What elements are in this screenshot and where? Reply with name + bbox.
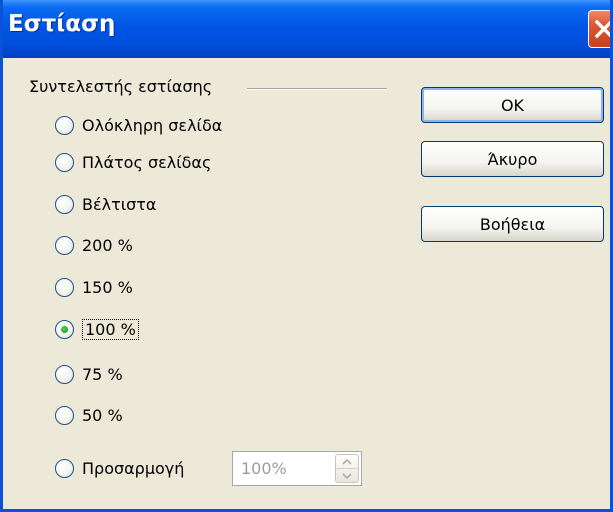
radio-circle[interactable] [55, 194, 74, 214]
radio-circle[interactable] [55, 152, 74, 172]
zoom-dialog: Εστίαση Συντελεστής εστίασης Ολόκληρη σε… [0, 0, 613, 512]
window-title: Εστίαση [8, 11, 116, 37]
chevron-down-icon [342, 472, 352, 479]
radio-custom[interactable]: Προσαρμογή [55, 455, 184, 481]
radio-label: 150 % [82, 277, 133, 297]
ok-button[interactable]: OK [421, 87, 604, 123]
radio-50[interactable]: 50 % [55, 402, 123, 428]
radio-label: Βέλτιστα [82, 194, 157, 214]
spin-buttons[interactable] [335, 454, 359, 483]
radio-label: Πλάτος σελίδας [82, 152, 212, 172]
radio-circle[interactable] [55, 364, 74, 384]
radio-200[interactable]: 200 % [55, 232, 133, 258]
radio-label: 200 % [82, 235, 133, 255]
radio-label: 50 % [82, 405, 123, 425]
title-bar[interactable]: Εστίαση [3, 0, 610, 58]
radio-optimal[interactable]: Βέλτιστα [55, 191, 156, 217]
radio-circle[interactable] [55, 235, 74, 255]
spin-down-button[interactable] [336, 469, 358, 482]
close-icon [594, 19, 610, 39]
radio-label: 75 % [82, 364, 123, 384]
radio-circle[interactable] [55, 277, 74, 297]
radio-circle-selected[interactable] [55, 319, 74, 339]
radio-circle[interactable] [55, 458, 74, 478]
radio-page-width[interactable]: Πλάτος σελίδας [55, 149, 211, 175]
chevron-up-icon [342, 458, 352, 465]
radio-circle[interactable] [55, 405, 74, 425]
radio-label: 100 % [82, 318, 139, 340]
zoom-factor-group-label: Συντελεστής εστίασης [29, 77, 221, 96]
close-button[interactable] [588, 10, 610, 48]
radio-selected-dot [61, 325, 68, 333]
custom-zoom-input[interactable] [233, 452, 333, 485]
radio-circle[interactable] [55, 115, 74, 135]
cancel-button[interactable]: Άκυρο [421, 141, 604, 177]
custom-zoom-spinbox[interactable] [232, 451, 362, 486]
radio-100[interactable]: 100 % [55, 316, 139, 342]
help-button[interactable]: Βοήθεια [421, 206, 604, 242]
group-divider [247, 88, 387, 90]
radio-whole-page[interactable]: Ολόκληρη σελίδα [55, 112, 222, 138]
spin-up-button[interactable] [336, 455, 358, 469]
radio-150[interactable]: 150 % [55, 274, 133, 300]
radio-label: Ολόκληρη σελίδα [82, 115, 223, 135]
radio-label: Προσαρμογή [82, 458, 185, 478]
radio-75[interactable]: 75 % [55, 361, 123, 387]
